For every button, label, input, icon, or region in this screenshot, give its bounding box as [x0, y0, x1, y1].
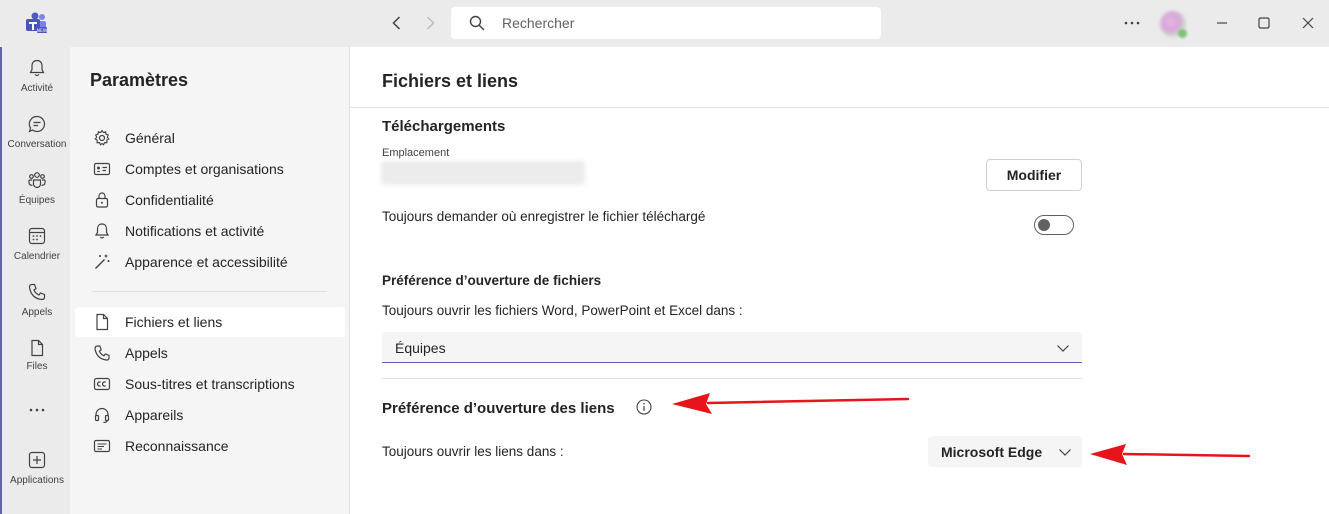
recognition-icon — [93, 439, 111, 453]
lock-icon — [95, 192, 109, 208]
info-icon[interactable] — [636, 399, 652, 415]
always-ask-toggle[interactable] — [1034, 215, 1074, 235]
rail-item-appels[interactable]: Appels — [2, 280, 72, 332]
bell-icon — [29, 59, 45, 77]
settings-item-confidentialite[interactable]: Confidentialité — [75, 185, 345, 215]
settings-item-appels[interactable]: Appels — [75, 338, 345, 368]
forward-arrow-icon[interactable] — [420, 13, 440, 33]
settings-item-label: Reconnaissance — [125, 438, 229, 454]
search-input[interactable]: Rechercher — [451, 7, 881, 39]
modify-location-button[interactable]: Modifier — [986, 159, 1082, 191]
chat-icon — [28, 115, 46, 133]
rail-item-applications[interactable]: Applications — [2, 448, 72, 500]
rail-label: Conversation — [7, 139, 67, 150]
gear-icon — [94, 129, 110, 146]
downloads-section-title: Téléchargements — [382, 118, 506, 135]
wand-icon — [95, 254, 110, 269]
settings-item-fichiers-liens[interactable]: Fichiers et liens — [75, 307, 345, 337]
title-bar: NEW Rechercher — [0, 0, 1329, 47]
back-arrow-icon[interactable] — [387, 13, 407, 33]
rail-item-calendrier[interactable]: Calendrier — [2, 224, 72, 276]
settings-item-apparence[interactable]: Apparence et accessibilité — [75, 247, 345, 277]
settings-item-label: Comptes et organisations — [125, 161, 284, 177]
settings-item-label: Sous-titres et transcriptions — [125, 376, 295, 392]
cc-icon — [93, 377, 111, 391]
close-icon[interactable] — [1297, 12, 1319, 34]
svg-text:NEW: NEW — [37, 28, 48, 34]
minimize-icon[interactable] — [1211, 12, 1233, 34]
file-open-app-select[interactable]: Équipes — [382, 332, 1082, 363]
chevron-down-icon — [1057, 345, 1069, 352]
rail-item-conversation[interactable]: Conversation — [2, 112, 72, 164]
location-label: Emplacement — [382, 147, 450, 159]
rail-label: Files — [26, 361, 48, 372]
sidebar-divider — [92, 291, 327, 292]
file-open-pref-title: Préférence d’ouverture de fichiers — [382, 273, 602, 288]
settings-item-label: Général — [125, 130, 175, 146]
rail-label: Activité — [20, 83, 54, 94]
rail-label: Équipes — [18, 195, 56, 206]
link-open-pref-title: Préférence d’ouverture des liens — [382, 400, 615, 417]
settings-item-label: Notifications et activité — [125, 223, 265, 239]
settings-item-notifications[interactable]: Notifications et activité — [75, 216, 345, 246]
settings-item-sous-titres[interactable]: Sous-titres et transcriptions — [75, 369, 345, 399]
more-apps-icon — [29, 408, 45, 412]
teams-icon — [28, 172, 46, 189]
file-open-pref-description: Toujours ouvrir les fichiers Word, Power… — [382, 303, 743, 318]
phone-icon — [28, 283, 46, 301]
id-card-icon — [93, 162, 111, 176]
rail-item-files[interactable]: Files — [2, 336, 72, 388]
settings-item-comptes[interactable]: Comptes et organisations — [75, 154, 345, 184]
rail-item-equipes[interactable]: Équipes — [2, 168, 72, 220]
search-placeholder: Rechercher — [502, 15, 575, 31]
download-location-value — [381, 161, 585, 185]
rail-label: Applications — [10, 475, 64, 486]
document-icon — [96, 313, 109, 331]
link-open-pref-description: Toujours ouvrir les liens dans : — [382, 444, 564, 459]
teams-logo-icon[interactable]: NEW — [24, 12, 48, 34]
calendar-icon — [28, 227, 46, 245]
settings-item-label: Confidentialité — [125, 192, 214, 208]
maximize-icon[interactable] — [1253, 12, 1275, 34]
file-icon — [31, 339, 44, 357]
settings-item-label: Appareils — [125, 407, 184, 423]
phone-icon — [94, 345, 110, 361]
settings-item-appareils[interactable]: Appareils — [75, 400, 345, 430]
more-options-icon[interactable] — [1121, 12, 1143, 34]
rail-label: Calendrier — [13, 251, 61, 262]
app-rail: Activité Conversation Équipes Calendrier — [0, 47, 70, 514]
add-app-icon — [28, 451, 46, 469]
chevron-down-icon — [1059, 449, 1071, 456]
settings-sidebar: Paramètres Général Comptes et organisati… — [70, 47, 350, 514]
headset-icon — [94, 407, 110, 424]
file-open-selected-value: Équipes — [395, 340, 446, 356]
section-divider — [382, 378, 1082, 379]
rail-item-activite[interactable]: Activité — [2, 56, 72, 108]
settings-item-label: Apparence et accessibilité — [125, 254, 288, 270]
page-title: Fichiers et liens — [382, 71, 519, 91]
bell-icon — [94, 223, 110, 239]
presence-status-icon — [1178, 29, 1187, 38]
link-browser-selected-value: Microsoft Edge — [941, 444, 1043, 460]
search-icon — [469, 15, 485, 31]
settings-content: Fichiers et liens Téléchargements Emplac… — [350, 47, 1329, 514]
settings-item-reconnaissance[interactable]: Reconnaissance — [75, 431, 345, 461]
settings-item-general[interactable]: Général — [75, 123, 345, 153]
settings-title: Paramètres — [90, 70, 189, 90]
link-browser-dropdown[interactable]: Microsoft Edge — [928, 436, 1082, 467]
toggle-knob — [1038, 219, 1050, 231]
content-header: Fichiers et liens — [350, 47, 1329, 108]
rail-item-more[interactable] — [2, 400, 72, 420]
settings-item-label: Fichiers et liens — [125, 314, 223, 330]
rail-label: Appels — [21, 307, 53, 318]
settings-item-label: Appels — [125, 345, 168, 361]
always-ask-label: Toujours demander où enregistrer le fich… — [382, 209, 706, 224]
